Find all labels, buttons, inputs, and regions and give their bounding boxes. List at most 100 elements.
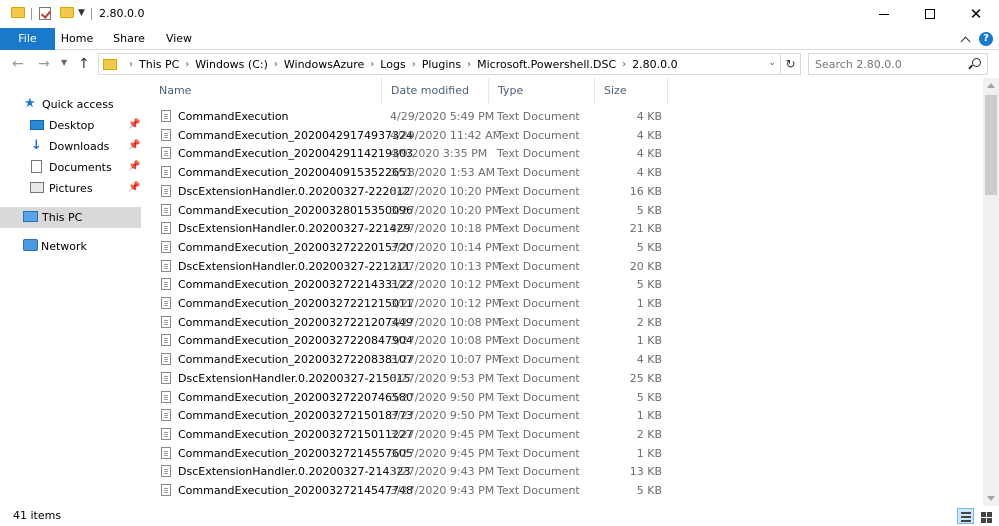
text-document-icon [161, 334, 171, 347]
breadcrumb-item[interactable]: Logs [380, 58, 405, 71]
window-title: 2.80.0.0 [99, 7, 145, 20]
search-icon[interactable] [972, 58, 981, 67]
text-document-icon [161, 278, 171, 291]
file-type: Text Document [497, 259, 580, 273]
tab-home[interactable]: Home [57, 28, 97, 50]
pin-icon[interactable]: 📌 [128, 119, 140, 130]
title-bar: ▼ 2.80.0.0 ✕ [0, 0, 999, 28]
scroll-thumb[interactable] [985, 95, 997, 195]
file-row[interactable]: DscExtensionHandler.0.20200327-221211 3/2… [150, 257, 665, 276]
breadcrumb-item[interactable]: Plugins [422, 58, 461, 71]
pin-icon[interactable]: 📌 [128, 182, 140, 193]
refresh-icon[interactable]: ↻ [780, 54, 800, 74]
vertical-scrollbar[interactable] [983, 78, 999, 506]
nav-item-documents[interactable]: Documents 📌 [0, 157, 141, 178]
file-row[interactable]: DscExtensionHandler.0.20200327-221429 3/2… [150, 219, 665, 238]
breadcrumb: › This PC › Windows (C:) › WindowsAzure … [123, 58, 678, 71]
file-row[interactable]: CommandExecution_20200327221433122 3/27/2… [150, 275, 665, 294]
breadcrumb-item[interactable]: Microsoft.Powershell.DSC [477, 58, 616, 71]
file-date-modified: 4/9/2020 3:35 PM [390, 147, 488, 161]
file-size: 1 KB [636, 446, 662, 460]
text-document-icon [161, 315, 171, 328]
file-row[interactable]: DscExtensionHandler.0.20200327-222012 3/2… [150, 182, 665, 201]
file-row[interactable]: CommandExecution_20200327220847904 3/27/2… [150, 331, 665, 350]
file-type: Text Document [497, 240, 580, 254]
ribbon-controls: ? [960, 32, 993, 46]
nav-item-this-pc[interactable]: This PC [0, 207, 141, 228]
scroll-down-icon[interactable] [987, 496, 995, 501]
back-arrow-icon[interactable]: ← [12, 56, 24, 72]
file-row[interactable]: CommandExecution_20200409153522651 3/28/2… [150, 163, 665, 182]
chevron-up-icon[interactable] [960, 36, 971, 46]
chevron-right-icon[interactable]: › [370, 59, 374, 70]
chevron-right-icon[interactable]: › [467, 59, 471, 70]
tab-view[interactable]: View [160, 28, 198, 50]
file-row[interactable]: DscExtensionHandler.0.20200327-215015 3/2… [150, 369, 665, 388]
chevron-right-icon[interactable]: › [185, 59, 189, 70]
file-size: 2 KB [636, 315, 662, 329]
close-button[interactable]: ✕ [953, 0, 999, 28]
search-input[interactable] [815, 57, 965, 71]
properties-icon[interactable] [39, 7, 51, 20]
file-row[interactable]: CommandExecution_20200327220746580 3/27/2… [150, 388, 665, 407]
chevron-right-icon[interactable]: › [622, 59, 626, 70]
file-row[interactable]: CommandExecution 4/29/2020 5:49 PM Text Do… [150, 107, 665, 126]
file-row[interactable]: CommandExecution_20200327214557605 3/27/2… [150, 444, 665, 463]
up-arrow-icon[interactable]: ↑ [78, 56, 90, 72]
computer-icon [23, 211, 38, 222]
file-row[interactable]: CommandExecution_20200328015350096 3/27/2… [150, 201, 665, 220]
maximize-button[interactable] [907, 0, 953, 28]
file-date-modified: 4/29/2020 11:42 AM [390, 128, 503, 142]
file-size: 5 KB [636, 390, 662, 404]
breadcrumb-item[interactable]: 2.80.0.0 [632, 58, 677, 71]
file-row[interactable]: CommandExecution_20200327214547748 3/27/2… [150, 481, 665, 500]
nav-quick-access[interactable]: ★ Quick access [0, 94, 141, 115]
file-row[interactable]: CommandExecution_20200327222015720 3/27/2… [150, 238, 665, 257]
chevron-right-icon[interactable]: › [274, 59, 278, 70]
text-document-icon [161, 203, 171, 216]
new-folder-icon[interactable] [60, 7, 74, 18]
address-bar[interactable]: › This PC › Windows (C:) › WindowsAzure … [98, 53, 801, 75]
customize-toolbar-icon[interactable]: ▼ [78, 8, 85, 18]
file-list: Name Date modified Type Size CommandExec… [150, 78, 982, 506]
pin-icon[interactable]: 📌 [128, 161, 140, 172]
minimize-button[interactable] [861, 0, 907, 28]
file-row[interactable]: DscExtensionHandler.0.20200327-214323 3/2… [150, 462, 665, 481]
column-header-date[interactable]: Date modified [382, 78, 489, 103]
file-row[interactable]: CommandExecution_20200327215011227 3/27/2… [150, 425, 665, 444]
scroll-up-icon[interactable] [987, 83, 995, 88]
file-row[interactable]: CommandExecution_20200429174937324 4/29/2… [150, 126, 665, 145]
forward-arrow-icon[interactable]: → [38, 56, 50, 72]
tab-file[interactable]: File [0, 28, 55, 50]
column-header-type[interactable]: Type [489, 78, 595, 103]
chevron-right-icon[interactable]: › [129, 59, 133, 70]
file-row[interactable]: CommandExecution_20200429114219303 4/9/20… [150, 144, 665, 163]
column-header-size[interactable]: Size [595, 78, 668, 103]
file-row[interactable]: CommandExecution_20200327215018773 3/27/2… [150, 406, 665, 425]
network-icon [23, 239, 38, 251]
nav-item-network[interactable]: Network [0, 236, 141, 257]
large-icons-view-button[interactable] [977, 508, 994, 524]
nav-item-pictures[interactable]: Pictures 📌 [0, 178, 141, 199]
breadcrumb-item[interactable]: WindowsAzure [284, 58, 364, 71]
breadcrumb-item[interactable]: This PC [139, 58, 179, 71]
nav-item-downloads[interactable]: ↓ Downloads 📌 [0, 136, 141, 157]
file-row[interactable]: CommandExecution_20200327220838107 3/27/2… [150, 350, 665, 369]
tab-share[interactable]: Share [108, 28, 150, 50]
text-document-icon [161, 427, 171, 440]
recent-locations-icon[interactable]: ▼ [61, 58, 67, 67]
search-box[interactable] [808, 53, 988, 75]
nav-item-label: Desktop [49, 119, 95, 132]
file-type: Text Document [497, 147, 580, 161]
nav-item-desktop[interactable]: Desktop 📌 [0, 115, 141, 136]
help-icon[interactable]: ? [979, 32, 993, 46]
breadcrumb-item[interactable]: Windows (C:) [195, 58, 268, 71]
file-row[interactable]: CommandExecution_20200327221207449 3/27/2… [150, 313, 665, 332]
file-row[interactable]: CommandExecution_20200327221215011 3/27/2… [150, 294, 665, 313]
details-view-button[interactable] [957, 508, 974, 524]
file-size: 13 KB [629, 465, 662, 479]
chevron-down-icon[interactable]: ⌄ [768, 58, 776, 68]
column-header-name[interactable]: Name [150, 78, 382, 103]
chevron-right-icon[interactable]: › [412, 59, 416, 70]
pin-icon[interactable]: 📌 [128, 140, 140, 151]
